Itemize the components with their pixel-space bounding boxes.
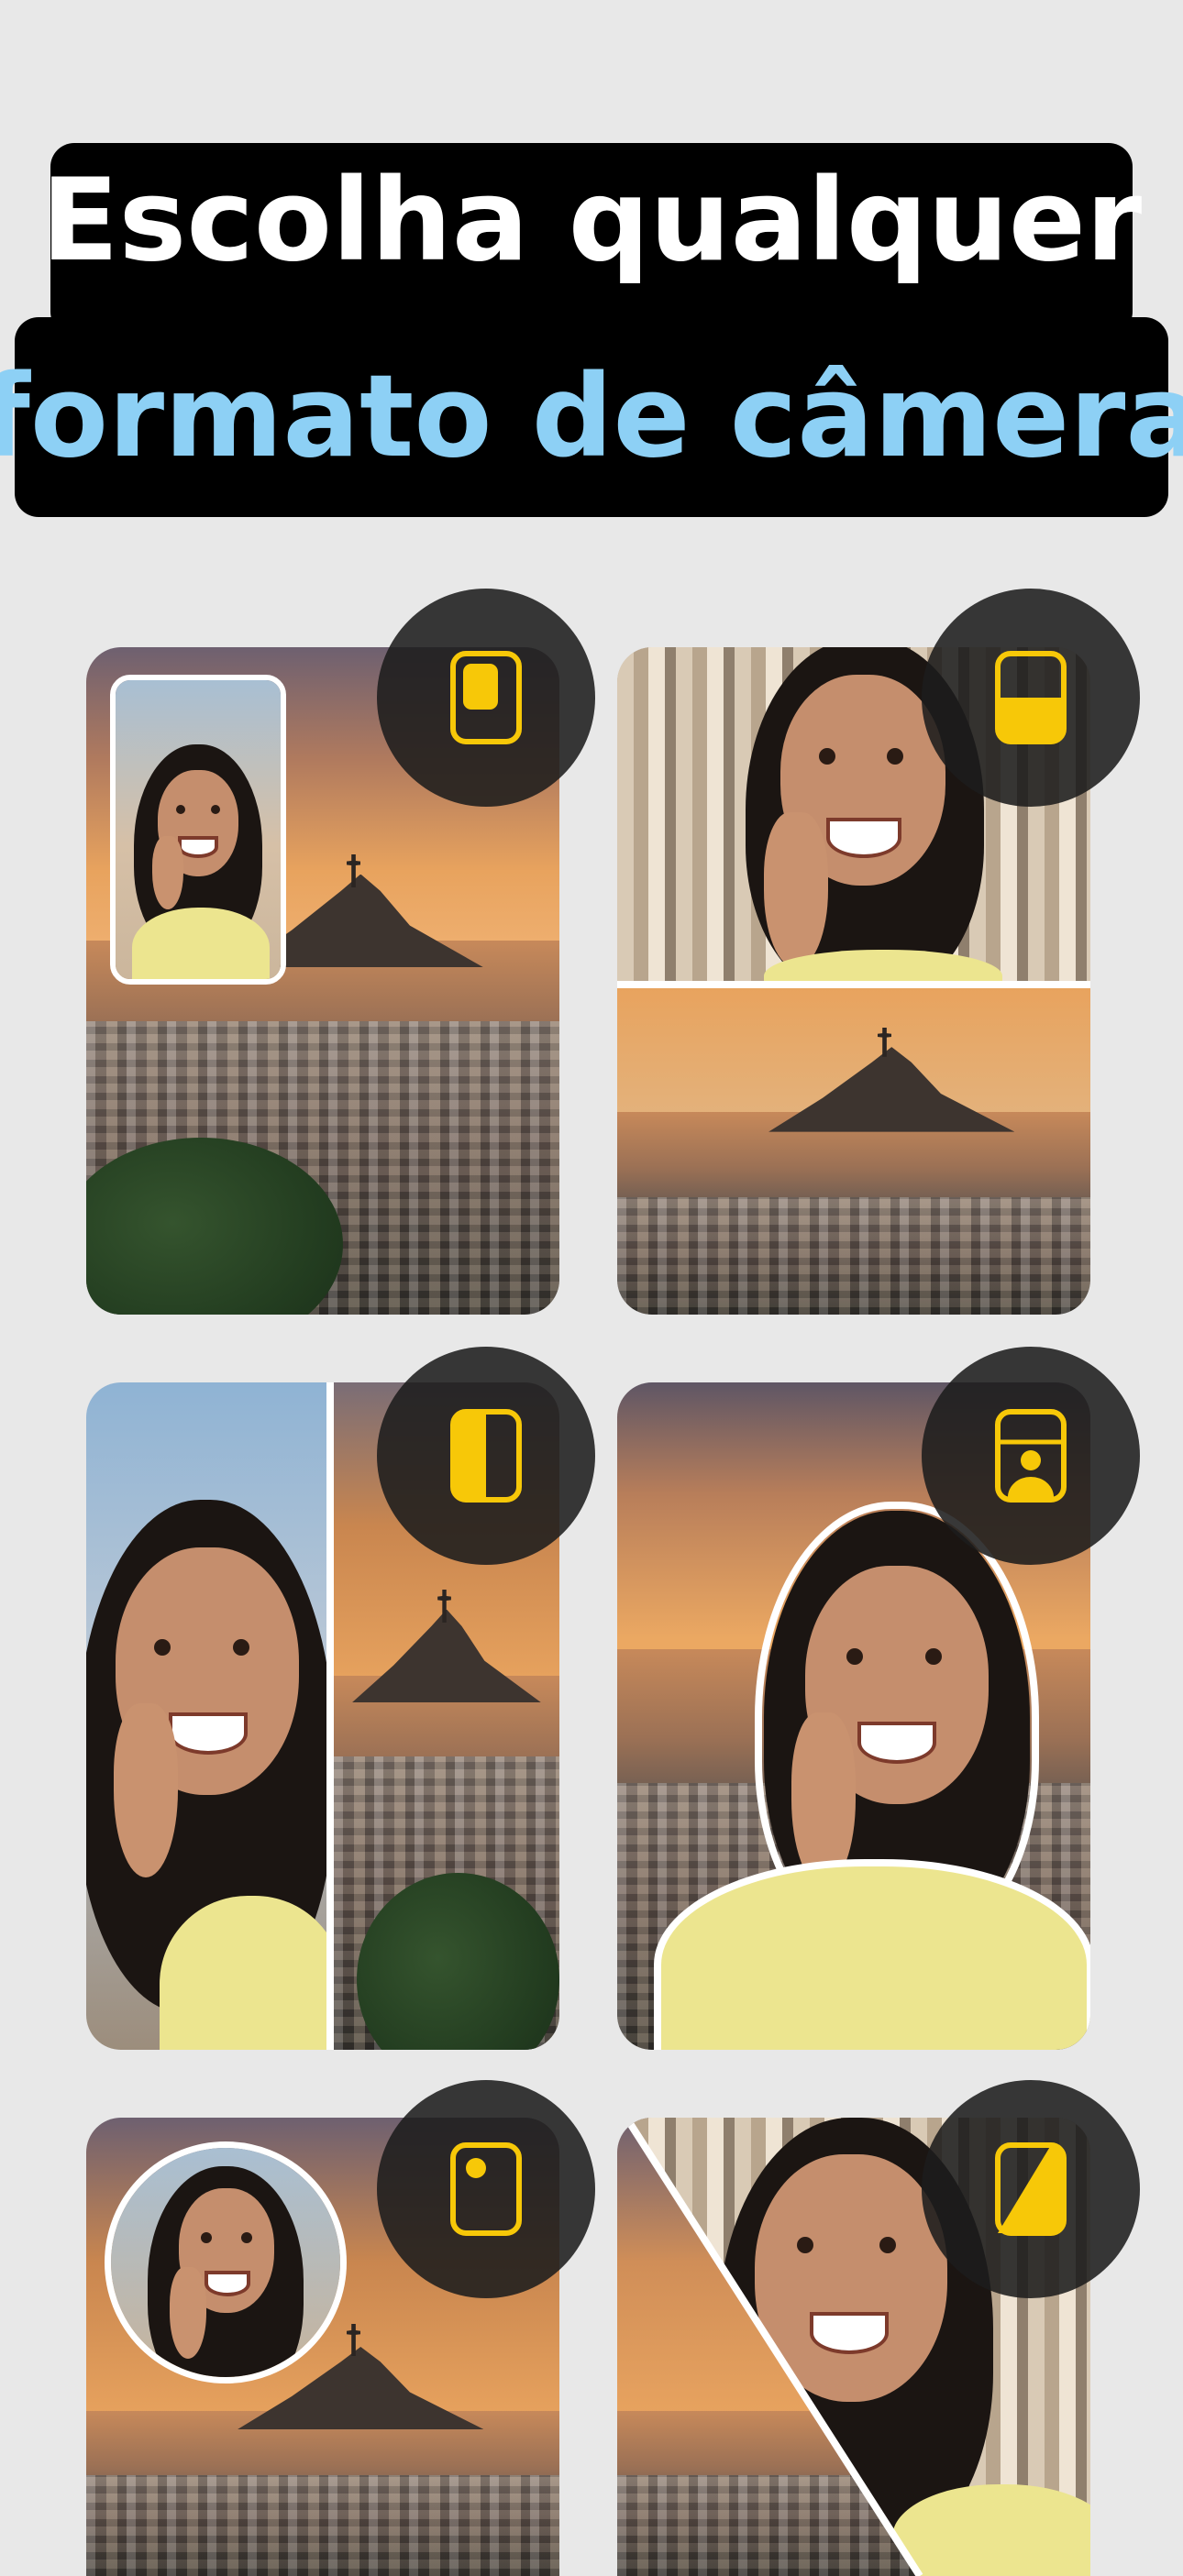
split-horizontal-icon [995, 651, 1067, 744]
headline-line-2-text: formato de câmera [0, 351, 1183, 483]
headline: Escolha qualquer formato de câmera [0, 0, 1183, 550]
layout-badge-picture-in-picture [377, 589, 595, 807]
split-vertical-icon [450, 1409, 522, 1503]
diagonal-split-icon [995, 2142, 1067, 2236]
layout-badge-cutout-portrait [922, 1347, 1140, 1565]
headline-line-2: formato de câmera [0, 317, 1183, 517]
selfie-inset [110, 675, 286, 985]
headline-line-1: Escolha qualquer [41, 143, 1142, 336]
layout-badge-split-top-bottom [922, 589, 1140, 807]
layout-badge-split-left-right [377, 1347, 595, 1565]
layout-badge-diagonal-split [922, 2080, 1140, 2298]
circle-bubble-icon [450, 2142, 522, 2236]
city-sunset-photo [617, 988, 1090, 1315]
layout-badge-circle-bubble [377, 2080, 595, 2298]
pip-rectangle-icon [450, 651, 522, 744]
split-divider [326, 1382, 334, 2050]
selfie-circle [105, 2141, 347, 2383]
selfie-left-half [86, 1382, 326, 2050]
split-divider [617, 981, 1090, 988]
person-cutout [654, 1502, 1090, 2050]
person-cutout-icon [995, 1409, 1067, 1503]
headline-line-1-text: Escolha qualquer [40, 155, 1143, 287]
